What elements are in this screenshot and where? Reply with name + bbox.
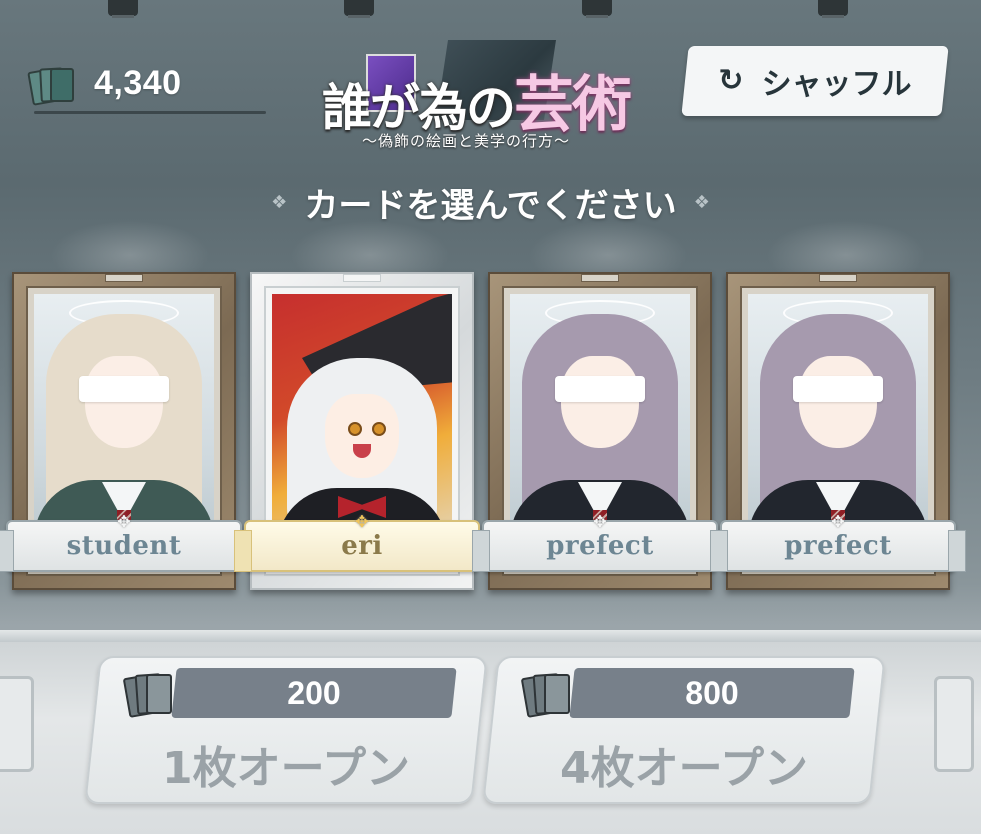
shuffle-label: シャッフル: [761, 67, 912, 102]
card-name-ribbon: ✥ student: [0, 512, 252, 572]
ornament-icon: ❖: [693, 192, 710, 213]
ornament-icon: ❖: [271, 192, 288, 213]
logo-subtitle: 〜偽飾の絵画と美学の行方〜: [362, 132, 571, 150]
card-prefect[interactable]: ✥ prefect: [472, 272, 728, 590]
open-button-label: 4枚オープン: [560, 743, 808, 794]
portrait-face: [85, 356, 163, 448]
frame-plate: [581, 274, 619, 282]
blindfold: [79, 376, 169, 402]
card-prefect[interactable]: ✥ prefect: [710, 272, 966, 590]
card-name-ribbon: ✥ prefect: [710, 512, 966, 572]
event-logo: 誰が為の芸術 〜偽飾の絵画と美学の行方〜: [318, 38, 648, 158]
ornament-icon: ✥: [117, 512, 131, 531]
cost-value: 800: [685, 675, 739, 711]
side-panel-right: [934, 676, 974, 772]
logo-title-prefix: 誰が為の: [322, 78, 516, 137]
currency-underline: [34, 111, 266, 114]
card-name: prefect: [546, 531, 654, 561]
card-name: eri: [341, 531, 383, 561]
ornament-icon: ✥: [593, 512, 607, 531]
display-ledge: [0, 630, 981, 642]
card-eri[interactable]: ✥ eri: [234, 272, 490, 590]
open-button-label: 1枚オープン: [162, 743, 410, 794]
frame-plate: [343, 274, 381, 282]
frame-plate: [105, 274, 143, 282]
ornament-icon: ✥: [831, 512, 845, 531]
card-name: prefect: [784, 531, 892, 561]
spotlight-fixture: [582, 0, 612, 18]
spotlight-fixture: [344, 0, 374, 18]
currency-value: 4,340: [94, 64, 182, 102]
open-1-card-button[interactable]: 200 1枚オープン: [84, 656, 488, 804]
blindfold: [793, 376, 883, 402]
prompt-text: カードを選んでください: [304, 186, 677, 226]
card-deck-icon: [27, 66, 80, 106]
open-4-cards-button[interactable]: 800 4枚オープン: [482, 656, 886, 804]
cost-value: 200: [287, 675, 341, 711]
blindfold: [555, 376, 645, 402]
portrait-face: [799, 356, 877, 448]
portrait-eye: [372, 422, 386, 436]
shuffle-button[interactable]: ↻ シャッフル: [681, 46, 949, 116]
currency-display: 4,340: [27, 58, 266, 116]
ornament-icon: ✥: [355, 512, 369, 531]
card-select-prompt: ❖ カードを選んでください ❖: [0, 178, 981, 227]
card-name: student: [66, 531, 182, 561]
spotlight-fixture: [818, 0, 848, 18]
portrait-eye: [348, 422, 362, 436]
refresh-icon: ↻: [718, 63, 744, 98]
card-name-ribbon: ✥ eri: [234, 512, 490, 572]
card-name-ribbon: ✥ prefect: [472, 512, 728, 572]
side-panel-left: [0, 676, 34, 772]
frame-plate: [819, 274, 857, 282]
portrait-face: [561, 356, 639, 448]
card-student[interactable]: ✥ student: [0, 272, 252, 590]
portrait-face: [325, 394, 399, 478]
game-scene: 4,340 誰が為の芸術 〜偽飾の絵画と美学の行方〜 ↻ シャッフル ❖ カード…: [0, 0, 981, 834]
spotlight-fixture: [108, 0, 138, 18]
